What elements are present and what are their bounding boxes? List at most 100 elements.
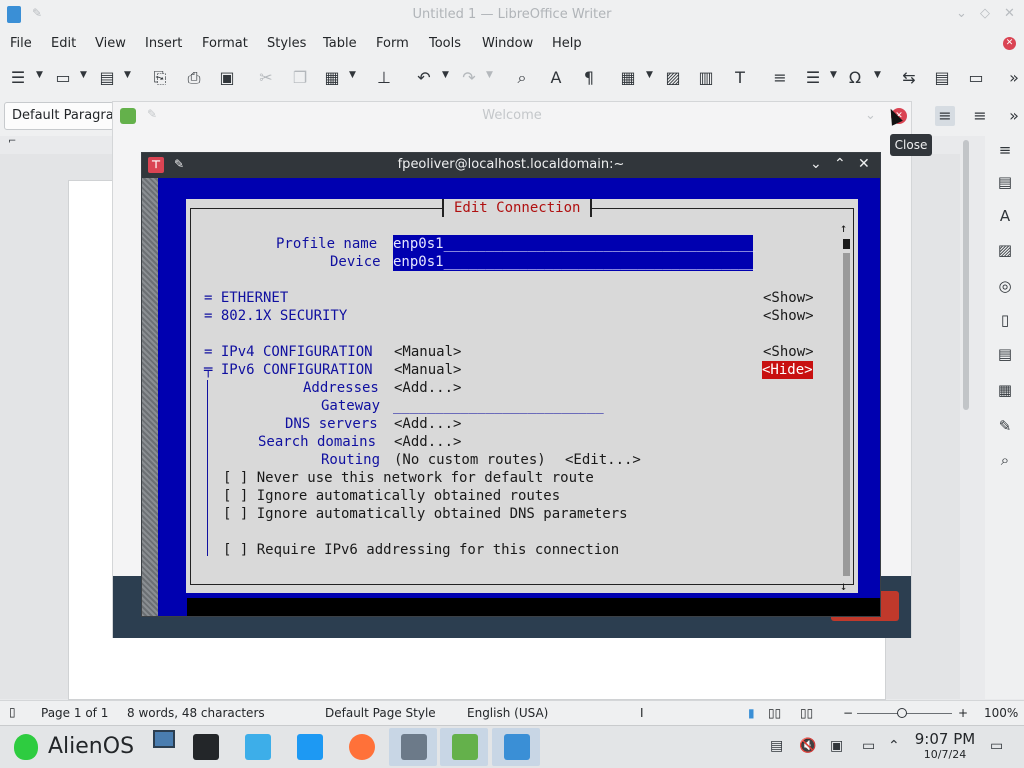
insert-chart-icon[interactable]: ▥ (696, 68, 716, 88)
special-character-icon[interactable]: Ω (845, 68, 865, 88)
clipboard-icon[interactable]: ▤ (770, 738, 783, 754)
menu-table[interactable]: Table (323, 36, 357, 51)
more-icon[interactable]: » (1004, 68, 1024, 88)
vertical-scrollbar[interactable] (960, 136, 972, 699)
clone-formatting-icon[interactable]: ⊥ (374, 68, 394, 88)
maximize-icon[interactable]: ⌃ (834, 156, 846, 172)
start-label[interactable]: AlienOS (48, 734, 134, 759)
hyperlink-icon[interactable]: ⇆ (899, 68, 919, 88)
dialog-scrollbar[interactable]: ↑ ↓ (840, 219, 850, 593)
scroll-up-icon[interactable]: ↑ (840, 219, 847, 237)
word-count[interactable]: 8 words, 48 characters (127, 706, 265, 720)
zoom-out-icon[interactable]: − (843, 706, 853, 720)
single-page-view-icon[interactable]: ▮ (748, 706, 755, 720)
taskbar-files[interactable] (285, 728, 333, 766)
export-pdf-icon[interactable]: ⎘ (150, 68, 170, 88)
page-icon[interactable]: ▯ (995, 310, 1015, 330)
menu-view[interactable]: View (95, 36, 126, 51)
paragraph-style-box[interactable]: Default Paragraph Style (4, 102, 114, 130)
never-default-route-checkbox[interactable]: [ ] Never use this network for default r… (223, 469, 594, 487)
chevron-down-icon[interactable]: ▼ (874, 70, 881, 80)
taskbar-settings[interactable] (181, 728, 229, 766)
taskbar-welcome[interactable] (440, 728, 488, 766)
align-center-icon[interactable]: ≡ (970, 106, 990, 126)
ipv4-mode-dropdown[interactable]: <Manual> (394, 343, 461, 361)
ipv6-hide-button[interactable]: <Hide> (762, 361, 813, 379)
chevron-down-icon[interactable]: ▼ (442, 70, 449, 80)
chevron-down-icon[interactable]: ▼ (80, 70, 87, 80)
storage-icon[interactable]: ▣ (830, 738, 843, 754)
routing-edit-button[interactable]: <Edit...> (565, 451, 641, 469)
navigator-icon[interactable]: ◎ (995, 276, 1015, 296)
find-replace-icon[interactable]: ⌕ (512, 68, 532, 88)
chevron-down-icon[interactable]: ▼ (36, 70, 43, 80)
profile-name-input[interactable]: enp0s1__________________________________… (393, 235, 755, 253)
menu-window[interactable]: Window (482, 36, 533, 51)
tab-stop-icon[interactable]: ⌐ (8, 136, 16, 147)
menu-edit[interactable]: Edit (51, 36, 76, 51)
zoom-in-icon[interactable]: + (958, 706, 968, 720)
menu-file[interactable]: File (10, 36, 32, 51)
chevron-down-icon[interactable]: ▼ (646, 70, 653, 80)
menu-styles[interactable]: Styles (267, 36, 306, 51)
sidebar-menu-icon[interactable]: ≡ (995, 140, 1015, 160)
language[interactable]: English (USA) (467, 706, 548, 720)
spelling-icon[interactable]: A (546, 68, 566, 88)
volume-muted-icon[interactable]: 🔇 (799, 738, 816, 754)
formatting-marks-icon[interactable]: ¶ (579, 68, 599, 88)
styles-icon[interactable]: A (995, 206, 1015, 226)
dns-add-button[interactable]: <Add...> (394, 415, 461, 433)
minimize-icon[interactable]: ⌄ (810, 156, 822, 172)
insert-field-icon[interactable]: ☰ (803, 68, 823, 88)
close-icon[interactable]: ✕ (858, 156, 870, 172)
menu-icon[interactable]: ☰ (8, 68, 28, 88)
chevron-down-icon[interactable]: ▼ (486, 70, 493, 80)
page-count[interactable]: Page 1 of 1 (41, 706, 108, 720)
more-icon[interactable]: » (1004, 106, 1024, 126)
security-section[interactable]: = 802.1X SECURITY (204, 307, 347, 325)
undo-icon[interactable]: ↶ (414, 68, 434, 88)
minimize-icon[interactable]: ⌄ (865, 108, 876, 123)
ipv6-section[interactable]: ╤ IPv6 CONFIGURATION (204, 361, 373, 379)
scrollbar-thumb[interactable] (963, 140, 969, 410)
menu-form[interactable]: Form (376, 36, 409, 51)
close-icon[interactable]: ✕ (1004, 6, 1015, 21)
scrollbar-track[interactable] (843, 253, 850, 576)
chevron-down-icon[interactable]: ▼ (124, 70, 131, 80)
chevron-up-icon[interactable]: ⌃ (888, 738, 900, 754)
ipv6-mode-dropdown[interactable]: <Manual> (394, 361, 461, 379)
manage-changes-icon[interactable]: ▦ (995, 380, 1015, 400)
open-icon[interactable]: ▭ (53, 68, 73, 88)
cut-icon[interactable]: ✂ (256, 68, 276, 88)
save-icon[interactable]: ▤ (97, 68, 117, 88)
design-icon[interactable]: ✎ (995, 416, 1015, 436)
gallery-icon[interactable]: ▨ (995, 240, 1015, 260)
ignore-dns-checkbox[interactable]: [ ] Ignore automatically obtained DNS pa… (223, 505, 628, 523)
require-ipv6-checkbox[interactable]: [ ] Require IPv6 addressing for this con… (223, 541, 619, 559)
taskbar-writer[interactable] (492, 728, 540, 766)
taskbar-terminal[interactable] (389, 728, 437, 766)
menu-format[interactable]: Format (202, 36, 248, 51)
menu-insert[interactable]: Insert (145, 36, 182, 51)
ethernet-show-button[interactable]: <Show> (763, 289, 814, 307)
ethernet-section[interactable]: = ETHERNET (204, 289, 288, 307)
network-disconnected-icon[interactable]: ▭ (862, 738, 875, 754)
maximize-icon[interactable]: ◇ (980, 6, 990, 21)
chevron-down-icon[interactable]: ▼ (349, 70, 356, 80)
security-show-button[interactable]: <Show> (763, 307, 814, 325)
multi-page-view-icon[interactable]: ▯▯ (768, 706, 781, 720)
redo-icon[interactable]: ↷ (459, 68, 479, 88)
style-inspector-icon[interactable]: ▤ (995, 344, 1015, 364)
close-document-icon[interactable]: ✕ (1003, 37, 1016, 50)
menu-help[interactable]: Help (552, 36, 582, 51)
find-icon[interactable]: ⌕ (995, 450, 1015, 470)
minimize-icon[interactable]: ⌄ (956, 6, 967, 21)
search-domains-add-button[interactable]: <Add...> (394, 433, 461, 451)
comment-icon[interactable]: ▭ (966, 68, 986, 88)
taskbar-firefox[interactable] (337, 728, 385, 766)
print-icon[interactable]: ⎙ (184, 68, 204, 88)
scroll-down-icon[interactable]: ↓ (840, 577, 847, 595)
zoom-slider-handle[interactable] (897, 708, 907, 718)
align-left-icon[interactable]: ≡ (935, 106, 955, 126)
insert-image-icon[interactable]: ▨ (663, 68, 683, 88)
